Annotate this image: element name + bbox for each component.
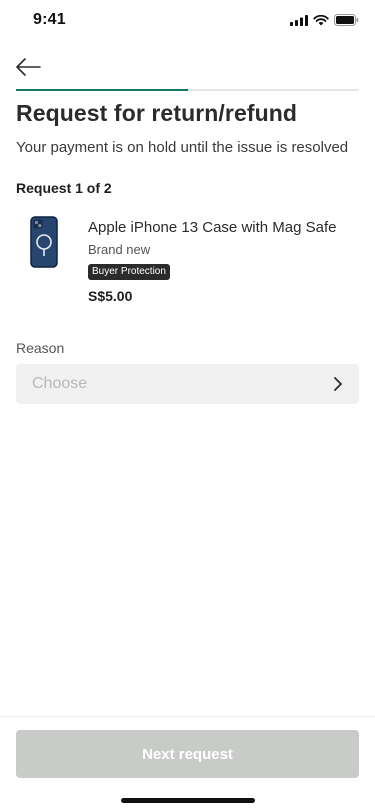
product-thumbnail — [30, 216, 58, 268]
product-item: Apple iPhone 13 Case with Mag Safe Brand… — [16, 212, 359, 312]
chevron-right-icon — [334, 377, 342, 391]
step-progress-bar — [16, 89, 359, 91]
footer-divider — [0, 716, 375, 717]
product-name: Apple iPhone 13 Case with Mag Safe — [88, 219, 337, 236]
reason-placeholder: Choose — [32, 375, 88, 392]
wifi-icon — [313, 14, 329, 25]
request-counter: Request 1 of 2 — [16, 180, 112, 196]
status-bar: 9:41 — [0, 0, 375, 44]
status-time: 9:41 — [33, 11, 66, 28]
buyer-protection-badge: Buyer Protection — [88, 264, 170, 280]
page-title: Request for return/refund — [16, 100, 298, 126]
cellular-signal-icon — [290, 14, 308, 26]
page-subtitle: Your payment is on hold until the issue … — [16, 139, 349, 156]
product-condition: Brand new — [88, 242, 151, 257]
arrow-left-icon — [16, 58, 41, 76]
next-request-button[interactable]: Next request — [16, 730, 359, 778]
battery-icon — [334, 14, 359, 26]
step-progress-fill — [16, 89, 188, 91]
product-price: S$5.00 — [88, 288, 133, 304]
reason-select[interactable]: Choose — [16, 364, 359, 404]
back-button[interactable] — [14, 55, 44, 79]
reason-label: Reason — [16, 340, 65, 356]
home-indicator — [121, 798, 255, 803]
status-icons — [290, 14, 359, 26]
